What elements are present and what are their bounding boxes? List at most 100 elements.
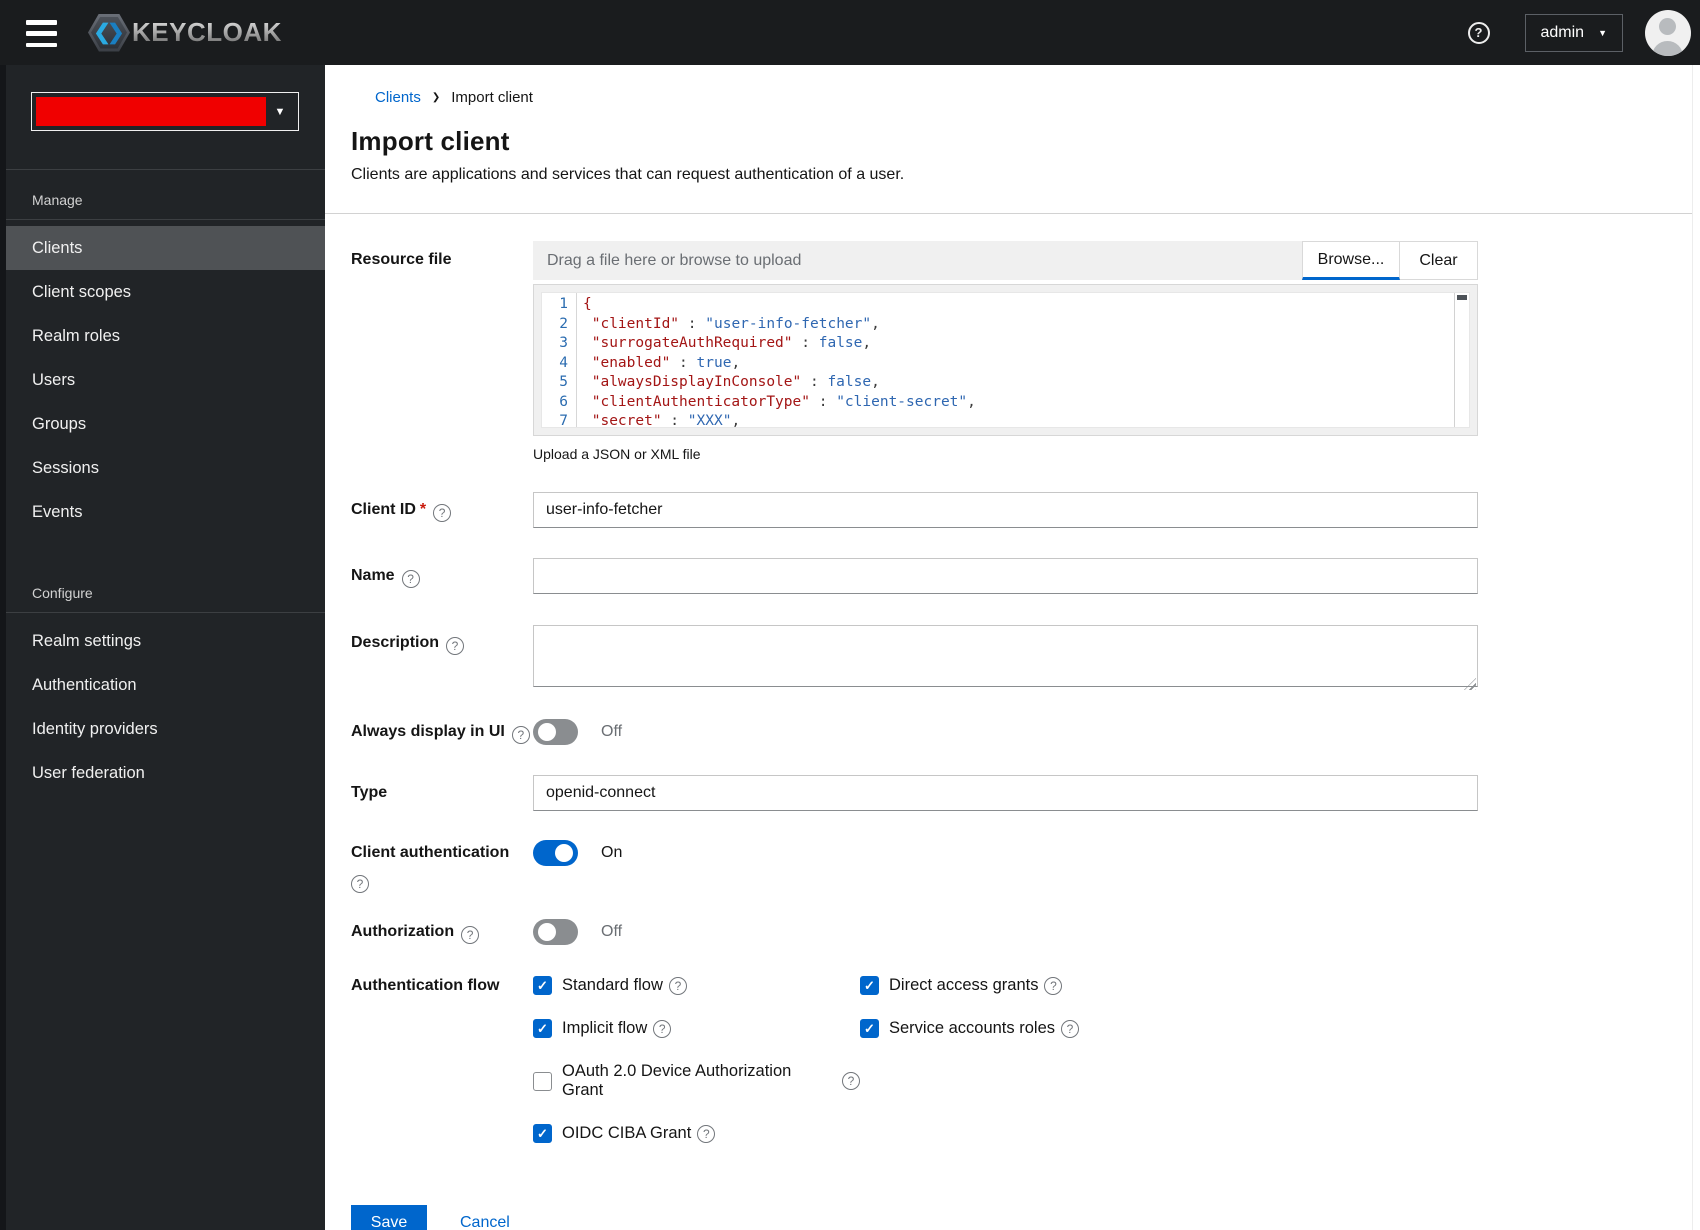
checkbox-service-accounts-roles[interactable]: ✓ Service accounts roles?	[860, 1019, 1079, 1038]
sidebar-item-label: Users	[32, 370, 76, 389]
form-actions: Save Cancel	[351, 1205, 1700, 1230]
help-icon[interactable]: ?	[446, 637, 465, 655]
breadcrumb-current: Import client	[451, 89, 533, 106]
editor-scrollbar[interactable]	[1454, 293, 1469, 427]
sidebar-item-label: Client scopes	[32, 282, 132, 301]
client-id-label: Client ID *?	[351, 492, 533, 528]
help-icon[interactable]: ?	[1061, 1019, 1079, 1038]
nav-group-configure: Configure Realm settings Authentication Id…	[0, 563, 325, 795]
keycloak-logo-icon: ❮ ❯	[88, 13, 130, 52]
help-icon[interactable]: ?	[461, 926, 480, 944]
sidebar-item-user-federation[interactable]: User federation	[0, 751, 325, 795]
help-icon[interactable]: ?	[842, 1072, 860, 1090]
checkbox-implicit-flow[interactable]: ✓ Implicit flow?	[533, 1019, 860, 1038]
authentication-flow-label: Authentication flow	[351, 977, 500, 994]
checkbox-checked-icon[interactable]: ✓	[533, 976, 552, 995]
type-input[interactable]	[533, 775, 1478, 811]
authorization-label: Authorization?	[351, 919, 533, 944]
masthead: ❮ ❯ KEYCLOAK ? admin ▼	[0, 0, 1700, 65]
sidebar-item-clients[interactable]: Clients	[0, 226, 325, 270]
line-number: 4	[559, 354, 568, 371]
checkbox-label: OIDC CIBA Grant	[562, 1124, 692, 1142]
breadcrumb-link-clients[interactable]: Clients	[375, 89, 421, 106]
sidebar-item-label: Authentication	[32, 675, 137, 694]
checkbox-label: Standard flow	[562, 976, 663, 994]
chevron-right-icon: ❯	[431, 92, 441, 103]
sidebar-item-realm-settings[interactable]: Realm settings	[0, 619, 325, 663]
sidebar-item-authentication[interactable]: Authentication	[0, 663, 325, 707]
checkbox-unchecked[interactable]	[533, 1071, 552, 1091]
sidebar-item-label: Identity providers	[32, 719, 158, 738]
help-icon[interactable]: ?	[1044, 976, 1063, 995]
description-textarea[interactable]	[533, 625, 1478, 687]
client-id-input[interactable]	[533, 492, 1478, 528]
checkbox-standard-flow[interactable]: ✓ Standard flow?	[533, 976, 860, 995]
required-asterisk: *	[419, 501, 427, 518]
nav-toggle-button[interactable]	[26, 20, 58, 47]
always-display-toggle[interactable]	[533, 719, 578, 745]
save-button[interactable]: Save	[351, 1205, 427, 1230]
logo-chevron-right-icon: ❯	[107, 21, 125, 44]
client-authentication-label: Client authentication?	[351, 844, 510, 893]
upload-helper-text: Upload a JSON or XML file	[533, 446, 701, 462]
sidebar-item-label: Groups	[32, 414, 87, 433]
file-upload-input[interactable]	[533, 241, 1302, 280]
sidebar-item-label: Realm roles	[32, 326, 121, 345]
auth-flow-grid: ✓ Standard flow? ✓ Direct access grants? ✓ Im…	[533, 976, 1478, 1143]
realm-selector-dropdown[interactable]: ▼	[31, 92, 299, 131]
checkbox-direct-access-grants[interactable]: ✓ Direct access grants?	[860, 976, 1063, 995]
checkbox-oidc-ciba-grant[interactable]: ✓ OIDC CIBA Grant?	[533, 1124, 860, 1143]
code-line: "secret" : "XXX",	[591, 413, 741, 427]
sidebar-item-sessions[interactable]: Sessions	[0, 446, 325, 490]
page-subtitle: Clients are applications and services th…	[351, 166, 905, 183]
caret-down-icon: ▼	[1598, 27, 1607, 38]
file-upload: Browse... Clear	[533, 241, 1478, 280]
sidebar-item-users[interactable]: Users	[0, 358, 325, 402]
client-authentication-toggle[interactable]	[533, 840, 578, 866]
checkbox-label: OAuth 2.0 Device Authorization Grant	[562, 1062, 792, 1099]
help-icon[interactable]: ?	[401, 570, 420, 588]
scrollbar-thumb[interactable]	[1457, 295, 1467, 300]
help-icon[interactable]: ?	[433, 504, 452, 522]
help-icon[interactable]: ?	[697, 1124, 716, 1143]
sidebar-item-client-scopes[interactable]: Client scopes	[0, 270, 325, 314]
nav-group-title: Manage	[32, 192, 83, 208]
checkbox-checked-icon[interactable]: ✓	[860, 976, 879, 995]
sidebar-item-groups[interactable]: Groups	[0, 402, 325, 446]
browse-button[interactable]: Browse...	[1302, 241, 1400, 280]
sidebar-item-realm-roles[interactable]: Realm roles	[0, 314, 325, 358]
code-lines[interactable]: { "clientId" : "user-info-fetcher", "sur…	[576, 293, 1454, 427]
user-menu-dropdown[interactable]: admin ▼	[1524, 13, 1623, 52]
page-scrollbar[interactable]	[1692, 65, 1700, 1230]
code-line: "surrogateAuthRequired" : false,	[591, 335, 872, 351]
checkbox-checked-icon[interactable]: ✓	[860, 1019, 879, 1038]
cancel-link[interactable]: Cancel	[460, 1214, 510, 1230]
authorization-toggle[interactable]	[533, 919, 578, 945]
sidebar: ▼ Manage Clients Client scopes Realm roles…	[0, 65, 325, 1230]
realm-name-redacted	[36, 97, 266, 126]
help-icon[interactable]: ?	[1467, 21, 1490, 44]
code-gutter: 1 2 3 4 5 6 7	[542, 293, 576, 427]
keycloak-admin-console: ❮ ❯ KEYCLOAK ? admin ▼ ▼ Manage Clients	[0, 0, 1700, 1230]
help-icon[interactable]: ?	[511, 726, 530, 744]
checkbox-oauth-2-0-device-authorization-grant[interactable]: OAuth 2.0 Device Authorization Grant?	[533, 1062, 860, 1100]
user-avatar[interactable]	[1645, 9, 1691, 56]
toggle-state: Off	[601, 923, 623, 940]
sidebar-item-label: Realm settings	[32, 631, 142, 650]
name-input[interactable]	[533, 558, 1478, 594]
checkbox-checked-icon[interactable]: ✓	[533, 1124, 552, 1143]
help-icon[interactable]: ?	[351, 875, 369, 893]
toggle-knob	[555, 844, 573, 862]
help-icon[interactable]: ?	[668, 976, 687, 995]
checkbox-label: Direct access grants	[889, 976, 1039, 994]
sidebar-item-identity-providers[interactable]: Identity providers	[0, 707, 325, 751]
divider	[0, 219, 325, 220]
sidebar-item-events[interactable]: Events	[0, 490, 325, 534]
keycloak-logo[interactable]: ❮ ❯ KEYCLOAK	[88, 13, 282, 52]
code-line: "clientId" : "user-info-fetcher",	[591, 315, 880, 332]
checkbox-checked-icon[interactable]: ✓	[533, 1019, 552, 1038]
clear-button[interactable]: Clear	[1400, 241, 1478, 280]
help-icon[interactable]: ?	[653, 1019, 672, 1038]
code-editor[interactable]: 1 2 3 4 5 6 7 { "clientId" : "user-info-fetche…	[533, 284, 1478, 436]
checkbox-label: Service accounts roles	[889, 1019, 1055, 1037]
